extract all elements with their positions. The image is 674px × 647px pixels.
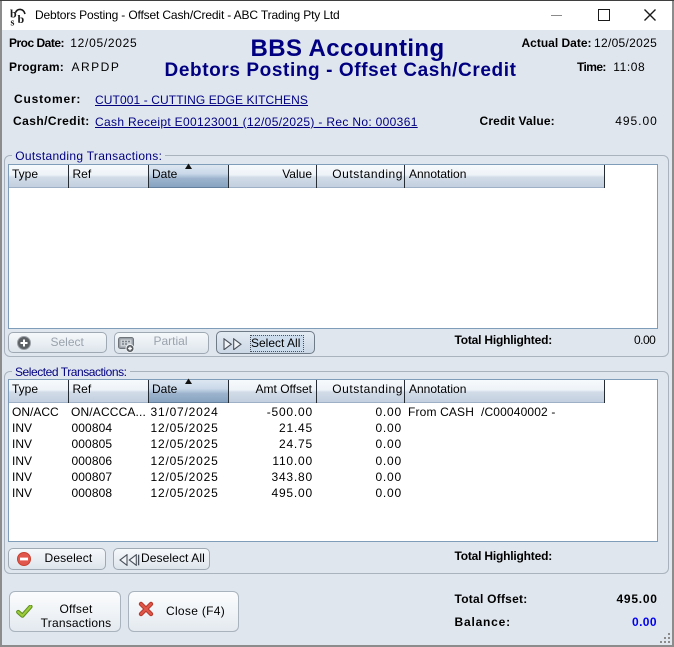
svg-text:b: b <box>18 12 25 26</box>
svg-text:s: s <box>11 18 15 29</box>
